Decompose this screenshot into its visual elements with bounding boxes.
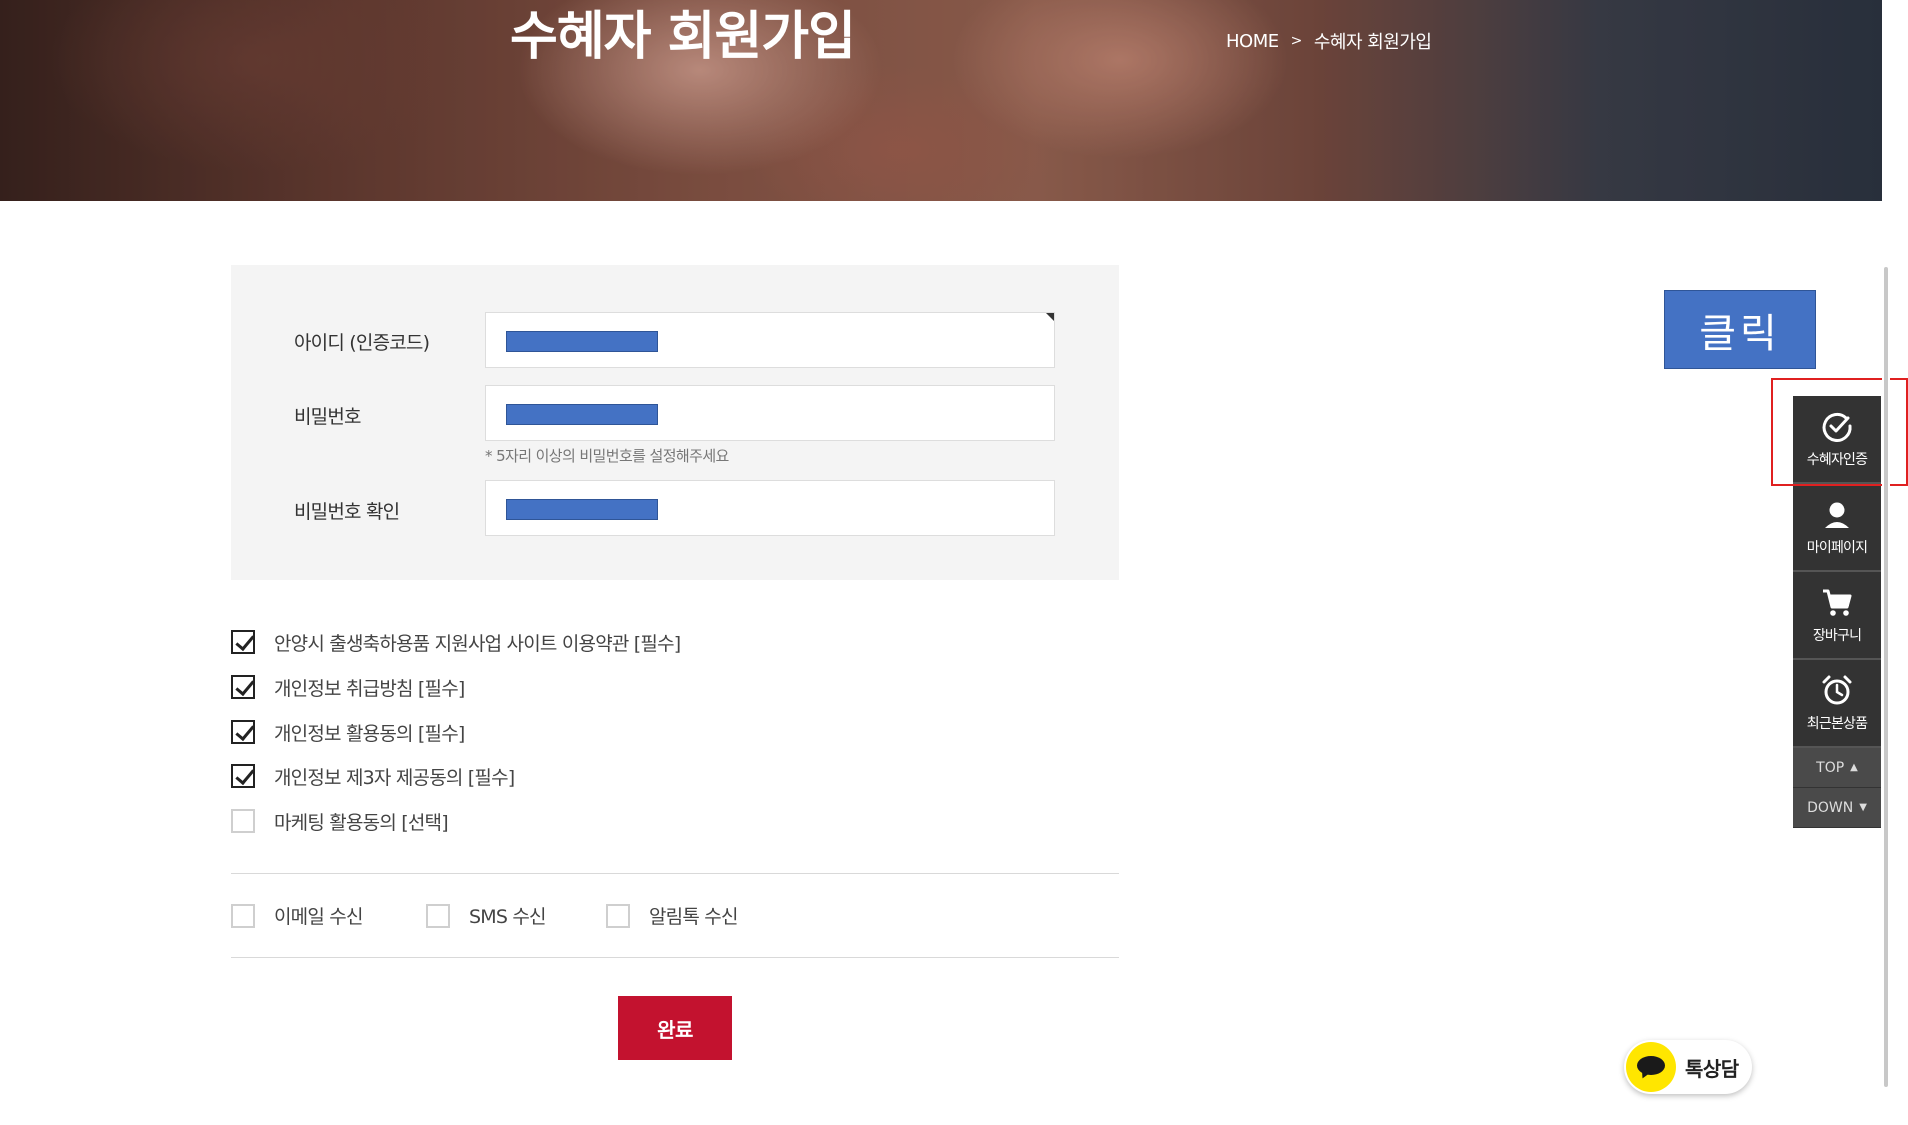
password-hint: * 5자리 이상의 비밀번호를 설정해주세요 xyxy=(485,447,729,465)
receive-label: 알림톡 수신 xyxy=(649,906,738,928)
quick-menu-mypage[interactable]: 마이페이지 xyxy=(1793,484,1881,572)
checkbox-unchecked[interactable] xyxy=(606,903,630,928)
quick-menu-label: 마이페이지 xyxy=(1806,539,1868,556)
receive-sms[interactable]: SMS 수신 xyxy=(426,902,547,929)
receive-email[interactable]: 이메일 수신 xyxy=(231,902,363,929)
scroll-down-label: DOWN xyxy=(1807,799,1854,816)
id-masked-value xyxy=(506,331,658,352)
quick-menu-recent[interactable]: 최근본상품 xyxy=(1793,660,1881,748)
click-callout-button[interactable]: 클릭 xyxy=(1664,290,1816,369)
page-scrollbar[interactable] xyxy=(1882,201,1890,1091)
kakao-chat-icon xyxy=(1626,1042,1676,1092)
cart-icon xyxy=(1823,589,1852,616)
user-icon xyxy=(1825,502,1849,528)
agreement-privacy-use[interactable]: 개인정보 활용동의 [필수] xyxy=(231,719,465,745)
submit-button[interactable]: 완료 xyxy=(618,996,732,1060)
id-input[interactable] xyxy=(485,312,1055,368)
id-label: 아이디 (인증코드) xyxy=(294,332,430,354)
breadcrumb-current: 수혜자 회원가입 xyxy=(1313,32,1432,53)
receive-label: 이메일 수신 xyxy=(274,906,363,928)
breadcrumb: HOME > 수혜자 회원가입 xyxy=(1226,28,1432,54)
receive-alimtalk[interactable]: 알림톡 수신 xyxy=(606,902,738,929)
scrollbar-thumb[interactable] xyxy=(1884,267,1888,1087)
password-confirm-masked-value xyxy=(506,499,658,520)
breadcrumb-home[interactable]: HOME xyxy=(1226,31,1279,52)
quick-menu-label: 최근본상품 xyxy=(1806,715,1868,732)
chat-consult-label: 톡상담 xyxy=(1685,1056,1739,1081)
checkbox-checked[interactable] xyxy=(231,720,255,744)
agreement-marketing[interactable]: 마케팅 활용동의 [선택] xyxy=(231,808,449,834)
checkbox-unchecked[interactable] xyxy=(426,903,450,928)
input-corner-marker xyxy=(1046,313,1054,321)
agreement-label: 개인정보 활용동의 [필수] xyxy=(274,722,465,745)
scroll-top-label: TOP xyxy=(1816,759,1845,776)
chat-consult-button[interactable]: 톡상담 xyxy=(1624,1040,1752,1094)
quick-menu-cart[interactable]: 장바구니 xyxy=(1793,572,1881,660)
divider xyxy=(231,957,1119,958)
caret-up-icon: ▲ xyxy=(1850,762,1858,773)
checkbox-checked[interactable] xyxy=(231,630,255,654)
password-input[interactable] xyxy=(485,385,1055,441)
alarm-clock-icon xyxy=(1822,675,1852,704)
agreement-privacy-policy[interactable]: 개인정보 취급방침 [필수] xyxy=(231,674,465,700)
checkbox-unchecked[interactable] xyxy=(231,809,255,833)
password-masked-value xyxy=(506,404,658,425)
breadcrumb-separator: > xyxy=(1290,33,1303,49)
password-confirm-input[interactable] xyxy=(485,480,1055,536)
agreement-third-party[interactable]: 개인정보 제3자 제공동의 [필수] xyxy=(231,763,515,789)
password-label: 비밀번호 xyxy=(294,406,362,428)
scroll-down-button[interactable]: DOWN ▼ xyxy=(1793,788,1881,828)
divider xyxy=(231,873,1119,874)
scroll-top-button[interactable]: TOP ▲ xyxy=(1793,748,1881,788)
checkbox-unchecked[interactable] xyxy=(231,903,255,928)
agreement-label: 마케팅 활용동의 [선택] xyxy=(274,811,449,834)
agreement-label: 개인정보 취급방침 [필수] xyxy=(274,677,465,700)
agreement-terms[interactable]: 안양시 출생축하용품 지원사업 사이트 이용약관 [필수] xyxy=(231,629,681,655)
agreement-label: 안양시 출생축하용품 지원사업 사이트 이용약관 [필수] xyxy=(274,632,681,655)
receive-label: SMS 수신 xyxy=(469,906,547,928)
quick-menu-label: 장바구니 xyxy=(1812,627,1862,644)
agreement-label: 개인정보 제3자 제공동의 [필수] xyxy=(274,766,515,789)
checkbox-checked[interactable] xyxy=(231,764,255,788)
page-title: 수혜자 회원가입 xyxy=(510,7,856,67)
caret-down-icon: ▼ xyxy=(1859,802,1867,813)
hero-banner: 수혜자 회원가입 HOME > 수혜자 회원가입 xyxy=(0,0,1882,201)
checkbox-checked[interactable] xyxy=(231,675,255,699)
password-confirm-label: 비밀번호 확인 xyxy=(294,501,400,523)
